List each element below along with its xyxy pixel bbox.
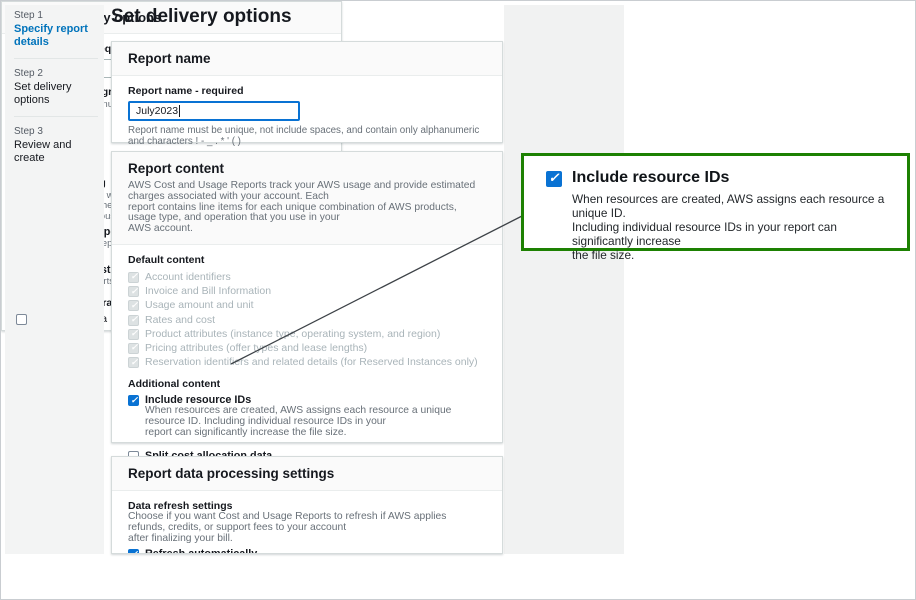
card-header: Report name: [112, 42, 502, 76]
callout-title: Include resource IDs: [572, 169, 893, 187]
description-line: When resources are created, AWS assigns …: [572, 192, 893, 220]
checkbox-label: Reservation identifiers and related deta…: [145, 356, 478, 368]
default-content-label: Default content: [128, 254, 486, 266]
additional-content-label: Additional content: [128, 378, 486, 390]
callout-description: When resources are created, AWS assigns …: [572, 192, 893, 262]
checkbox-label: Account identifiers: [145, 271, 231, 283]
checkbox-product-attributes: [128, 329, 139, 340]
report-name-value: July2023: [136, 105, 178, 117]
include-resource-ids-option[interactable]: Include resource IDs When resources are …: [128, 394, 486, 438]
description-line: Including individual resource IDs in you…: [572, 220, 893, 248]
list-item: Rates and cost: [128, 314, 486, 326]
list-item: Invoice and Bill Information: [128, 285, 486, 297]
description-line: AWS Cost and Usage Reports track your AW…: [128, 181, 486, 203]
list-item: Product attributes (instance type, opera…: [128, 328, 486, 340]
list-item: Usage amount and unit: [128, 299, 486, 311]
card-title: Report data processing settings: [128, 466, 486, 481]
list-item: Account identifiers: [128, 271, 486, 283]
checkbox-refresh-automatically[interactable]: [128, 549, 139, 554]
wizard-step-2: Step 2 Set delivery options: [14, 68, 98, 107]
card-body: Report name - required July2023 Report n…: [112, 76, 502, 156]
description-line: Choose if you want Cost and Usage Report…: [128, 512, 486, 534]
checkbox-account-identifiers: [128, 272, 139, 283]
checkbox-include-resource-ids[interactable]: [128, 395, 139, 406]
step-number: Step 2: [14, 68, 98, 79]
card-header: Report content AWS Cost and Usage Report…: [112, 152, 502, 245]
divider: [14, 116, 98, 117]
page-title: Set delivery options: [111, 6, 292, 28]
include-resource-ids-callout: Include resource IDs When resources are …: [521, 153, 910, 251]
description-line: report contains line items for each uniq…: [128, 203, 486, 225]
checkbox-invoice-bill-information: [128, 286, 139, 297]
wizard-step-1: Step 1 Specify report details: [14, 10, 98, 49]
card-body: Data refresh settings Choose if you want…: [112, 491, 502, 554]
card-title: Report content: [128, 161, 486, 176]
checkbox-label: Usage amount and unit: [145, 299, 254, 311]
divider: [14, 58, 98, 59]
description-line: AWS account.: [128, 224, 486, 235]
option-label: Refresh automatically: [145, 548, 486, 554]
report-name-input[interactable]: July2023: [128, 101, 300, 121]
card-description: AWS Cost and Usage Reports track your AW…: [128, 181, 486, 235]
checkbox-amazon-athena[interactable]: [16, 314, 27, 325]
description-line: the file size.: [572, 248, 893, 262]
checkbox-rates-and-cost: [128, 315, 139, 326]
report-content-card: Report content AWS Cost and Usage Report…: [111, 151, 503, 443]
page-backdrop: [504, 5, 624, 554]
sidebar-item-review-and-create[interactable]: Review and create: [14, 139, 98, 165]
step-number: Step 3: [14, 126, 98, 137]
checkbox-include-resource-ids-zoomed[interactable]: [546, 171, 562, 187]
checkbox-label: Product attributes (instance type, opera…: [145, 328, 440, 340]
card-title: Report name: [128, 51, 486, 66]
step-number: Step 1: [14, 10, 98, 21]
option-description: When resources are created, AWS assigns …: [145, 406, 486, 438]
checkbox-label: Rates and cost: [145, 314, 215, 326]
checkbox-usage-amount-unit: [128, 300, 139, 311]
wizard-steps-nav: Step 1 Specify report details Step 2 Set…: [14, 10, 98, 165]
description-line: When resources are created, AWS assigns …: [145, 406, 486, 428]
default-content-list: Account identifiers Invoice and Bill Inf…: [128, 271, 486, 368]
list-item: Reservation identifiers and related deta…: [128, 356, 486, 368]
refresh-automatically-option[interactable]: Refresh automatically AWS updates the re…: [128, 548, 486, 554]
report-name-card: Report name Report name - required July2…: [111, 41, 503, 143]
report-name-label: Report name - required: [128, 85, 486, 97]
description-line: report can significantly increase the fi…: [145, 428, 486, 439]
report-name-hint: Report name must be unique, not include …: [128, 125, 486, 147]
report-data-processing-card: Report data processing settings Data ref…: [111, 456, 503, 554]
checkbox-pricing-attributes: [128, 343, 139, 354]
screenshot-frame: Step 1 Specify report details Step 2 Set…: [0, 0, 916, 600]
wizard-step-3: Step 3 Review and create: [14, 126, 98, 165]
card-header: Report data processing settings: [112, 457, 502, 491]
checkbox-label: Invoice and Bill Information: [145, 285, 271, 297]
description-line: after finalizing your bill.: [128, 534, 486, 545]
data-refresh-hint: Choose if you want Cost and Usage Report…: [128, 512, 486, 544]
list-item: Pricing attributes (offer types and leas…: [128, 342, 486, 354]
sidebar-item-specify-report-details[interactable]: Specify report details: [14, 23, 98, 49]
checkbox-label: Pricing attributes (offer types and leas…: [145, 342, 367, 354]
text-caret: [179, 105, 180, 117]
checkbox-reservation-identifiers: [128, 357, 139, 368]
sidebar-item-set-delivery-options[interactable]: Set delivery options: [14, 81, 98, 107]
